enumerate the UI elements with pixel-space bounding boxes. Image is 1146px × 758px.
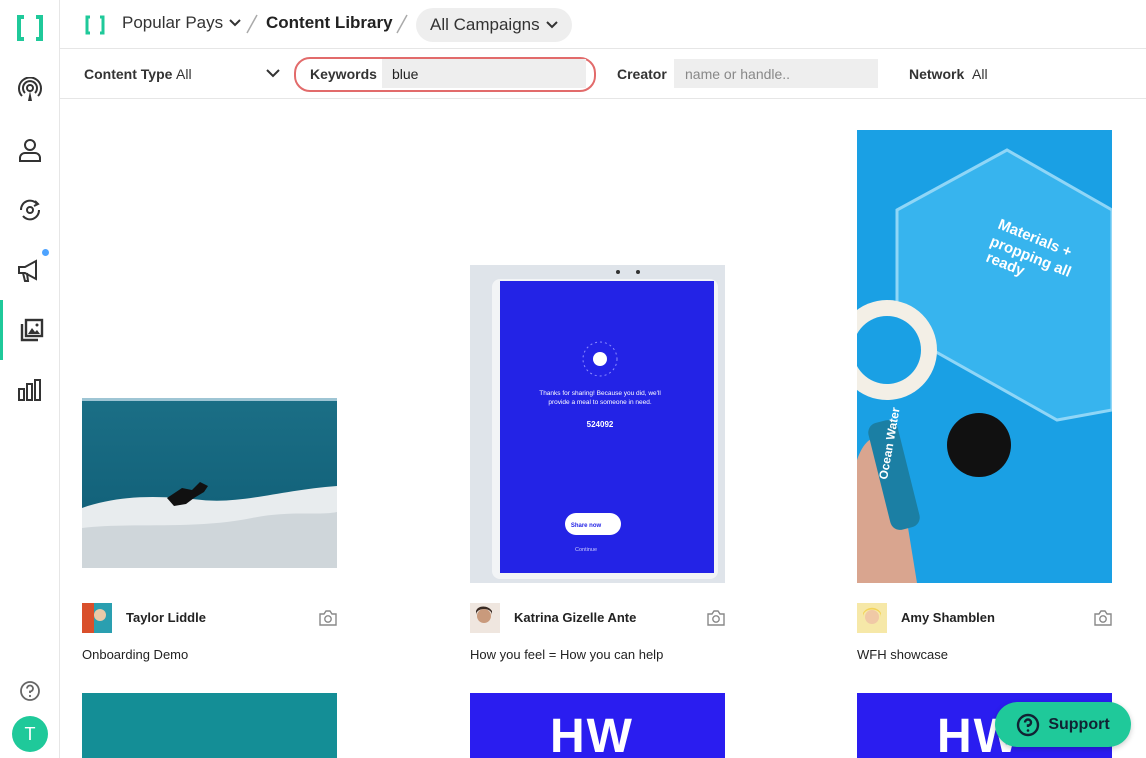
sidebar-item-analytics[interactable] <box>0 360 60 420</box>
tablet-share-button: Share now <box>571 523 602 529</box>
card-title[interactable]: How you feel = How you can help <box>470 647 663 662</box>
megaphone-icon <box>18 259 37 282</box>
user-avatar[interactable]: T <box>12 716 48 752</box>
content-type-select[interactable]: All <box>176 49 282 99</box>
campaign-filter-label: All Campaigns <box>430 15 540 34</box>
content-thumbnail-teal[interactable] <box>82 693 337 758</box>
beach-photo <box>82 398 337 568</box>
creator-name: Amy Shamblen <box>901 610 995 625</box>
tablet-number: 524092 <box>587 420 614 429</box>
card-creator[interactable]: Katrina Gizelle Ante <box>470 603 725 633</box>
hw-text: HW <box>550 710 634 758</box>
person-icon <box>19 139 41 162</box>
broadcast-icon <box>18 77 42 101</box>
content-type-label: Content Type <box>84 66 173 82</box>
help-icon[interactable] <box>19 680 41 702</box>
camera-icon <box>319 610 337 626</box>
creator-name: Taylor Liddle <box>126 610 206 625</box>
breadcrumb: Popular Pays Content Library All Campaig… <box>60 0 1146 49</box>
eye-refresh-icon <box>19 199 41 221</box>
org-switcher[interactable]: Popular Pays <box>122 13 241 33</box>
content-thumbnail-materials[interactable]: Materials + propping all ready Ocean Wat… <box>857 130 1112 583</box>
campaign-filter-dropdown[interactable]: All Campaigns <box>416 8 572 42</box>
help-circle-icon <box>1017 713 1040 736</box>
tablet-message-line-2: provide a meal to someone in need. <box>548 399 652 406</box>
brand-mark-icon <box>85 15 105 35</box>
image-gallery-icon <box>20 318 43 342</box>
content-thumbnail-hw[interactable]: HW <box>470 693 725 758</box>
chevron-down-icon <box>266 69 280 78</box>
sidebar-item-review[interactable] <box>0 180 60 240</box>
sidebar-item-creators[interactable] <box>0 120 60 180</box>
tablet-photo: Thanks for sharing! Because you did, we'… <box>470 265 725 583</box>
brand-logo-icon[interactable] <box>16 14 44 42</box>
card-creator[interactable]: Amy Shamblen <box>857 603 1112 633</box>
creator-name: Katrina Gizelle Ante <box>514 610 637 625</box>
creator-avatar <box>470 603 500 633</box>
materials-photo: Materials + propping all ready Ocean Wat… <box>857 130 1112 583</box>
sidebar-item-campaigns[interactable] <box>0 240 60 300</box>
sidebar: T <box>0 0 60 758</box>
support-button[interactable]: Support <box>995 702 1131 747</box>
chevron-down-icon <box>229 19 241 27</box>
creator-label: Creator <box>617 66 667 82</box>
breadcrumb-separator <box>246 14 258 34</box>
content-type-value: All <box>176 66 192 82</box>
card-creator[interactable]: Taylor Liddle <box>82 603 337 633</box>
creator-avatar <box>857 603 887 633</box>
keywords-label: Keywords <box>310 66 377 82</box>
sidebar-item-content-library[interactable] <box>0 300 60 360</box>
filter-bar: Content Type All Keywords Creator Networ… <box>60 49 1146 99</box>
keywords-input[interactable] <box>382 59 586 88</box>
notification-dot <box>41 248 50 257</box>
support-label: Support <box>1048 715 1110 733</box>
org-name: Popular Pays <box>122 13 224 32</box>
sidebar-item-broadcast[interactable] <box>0 60 60 120</box>
card-title[interactable]: Onboarding Demo <box>82 647 188 662</box>
camera-icon <box>1094 610 1112 626</box>
page-title: Content Library <box>266 13 393 32</box>
creator-search-input[interactable] <box>674 59 878 88</box>
bar-chart-icon <box>18 379 41 401</box>
chevron-down-icon <box>545 21 558 29</box>
creator-avatar <box>82 603 112 633</box>
camera-icon <box>707 610 725 626</box>
content-thumbnail-tablet[interactable]: Thanks for sharing! Because you did, we'… <box>470 265 725 583</box>
content-thumbnail-dog-beach[interactable] <box>82 398 337 568</box>
tablet-continue: Continue <box>575 547 597 553</box>
breadcrumb-separator <box>396 14 408 34</box>
tablet-message-line-1: Thanks for sharing! Because you did, we'… <box>539 390 661 397</box>
card-title[interactable]: WFH showcase <box>857 647 948 662</box>
network-select[interactable]: All <box>972 66 988 82</box>
network-label: Network <box>909 66 965 82</box>
